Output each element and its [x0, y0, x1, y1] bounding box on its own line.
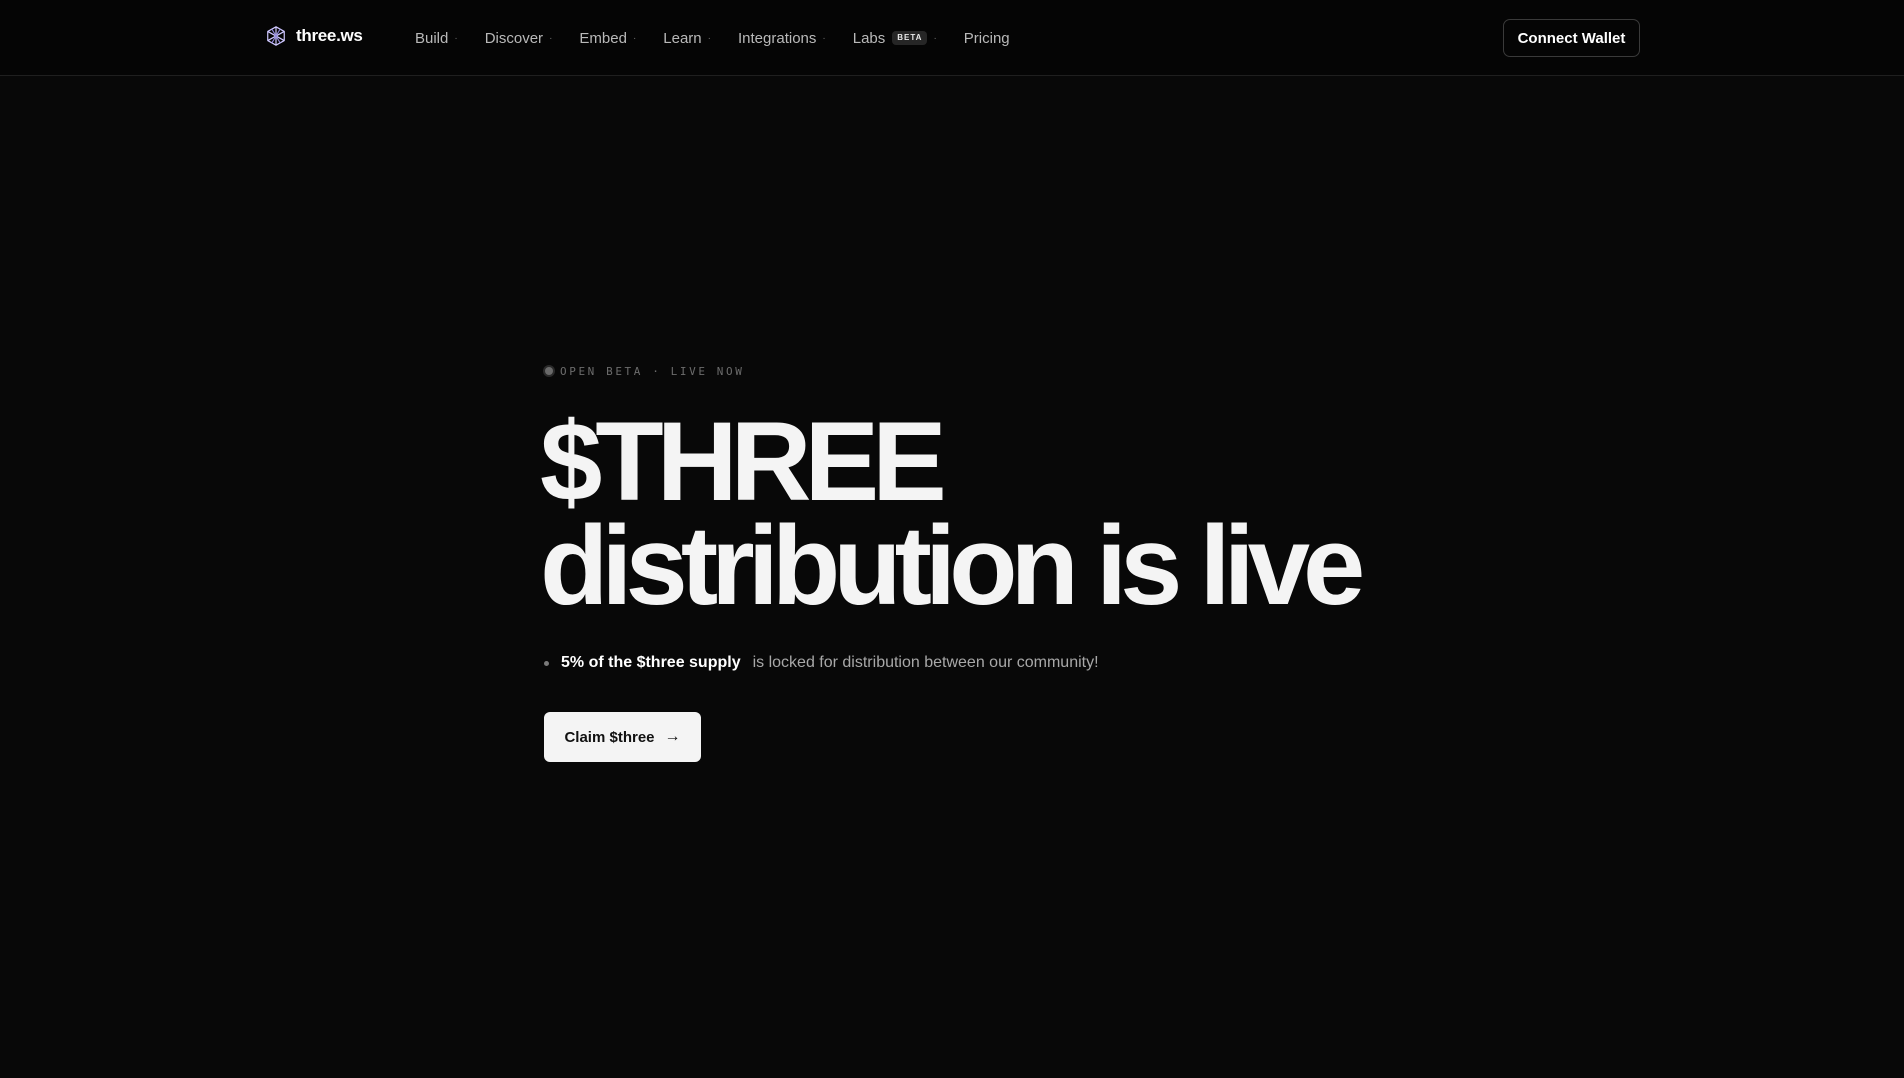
nav-item-label: Pricing [963, 29, 1010, 47]
brand-name: three.ws [296, 26, 363, 45]
supply-info: 5% of the $three supply is locked for di… [544, 654, 1444, 672]
nav-item-label: Integrations [738, 29, 817, 47]
supply-description: is locked for distribution between our c… [752, 654, 1099, 671]
nav-item-learn[interactable]: Learn · [663, 30, 711, 47]
beta-badge: BETA [892, 31, 928, 45]
claim-button-label: Claim $three [564, 728, 655, 746]
home-logo-link[interactable]: three.ws [265, 25, 363, 47]
dropdown-indicator-icon: · [933, 32, 937, 44]
nav-item-label: Labs [852, 29, 886, 47]
nav-item-integrations[interactable]: Integrations · [738, 30, 826, 47]
claim-three-button[interactable]: Claim $three → [544, 712, 701, 762]
headline-line-2: distribution is live [540, 503, 1365, 628]
live-dot-icon [545, 367, 553, 375]
status-indicator: OPEN BETA · LIVE NOW [544, 360, 1444, 382]
dropdown-indicator-icon: · [454, 32, 458, 44]
status-text: OPEN BETA · LIVE NOW [560, 364, 745, 378]
dropdown-indicator-icon: · [549, 32, 553, 44]
main-nav: Build · Discover · Embed · Learn · Integ… [415, 0, 1037, 76]
nav-item-pricing[interactable]: Pricing [964, 30, 1010, 47]
cube-logo-icon [267, 26, 285, 46]
nav-item-discover[interactable]: Discover · [485, 30, 553, 47]
supply-highlight: 5% of the $three supply [561, 654, 741, 671]
hero-headline: $THREE distribution is live [540, 399, 1444, 628]
nav-item-label: Discover [484, 29, 544, 47]
nav-item-label: Build [415, 29, 449, 47]
headline-line-1: $THREE [540, 399, 947, 524]
nav-item-label: Learn [663, 29, 702, 47]
dropdown-indicator-icon: · [822, 32, 826, 44]
top-nav-bar: three.ws Build · Discover · Embed · Lear… [0, 0, 1904, 76]
nav-item-embed[interactable]: Embed · [579, 30, 636, 47]
dropdown-indicator-icon: · [632, 32, 637, 44]
arrow-right-icon: → [664, 728, 681, 745]
dropdown-indicator-icon: · [707, 32, 711, 44]
hero-section: OPEN BETA · LIVE NOW $THREE distribution… [540, 360, 1444, 762]
connect-wallet-button[interactable]: Connect Wallet [1503, 19, 1640, 57]
bullet-icon [544, 660, 549, 666]
nav-item-label: Embed [579, 29, 627, 47]
nav-item-labs[interactable]: Labs BETA · [853, 30, 937, 47]
nav-item-build[interactable]: Build · [415, 30, 458, 47]
